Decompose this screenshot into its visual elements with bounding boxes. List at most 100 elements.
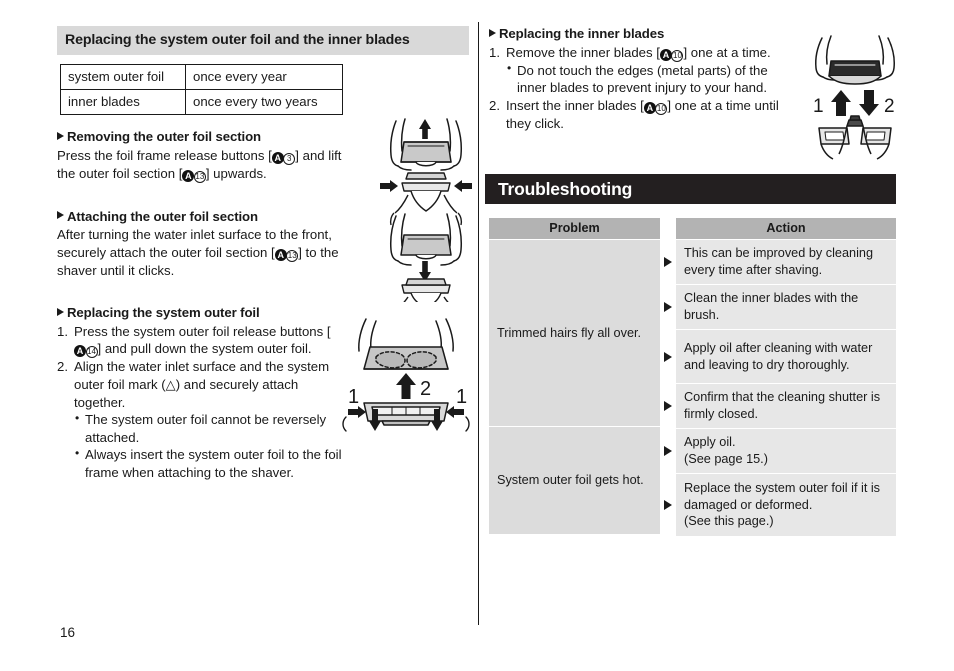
- triangle-arrow-icon: [664, 500, 672, 510]
- action-column: This can be improved by cleaning every t…: [676, 240, 896, 536]
- triangle-bullet-icon: [57, 211, 64, 220]
- part-name-cell: system outer foil: [60, 63, 186, 91]
- illustration-label-one: 1: [348, 386, 359, 408]
- step-marker: 2.: [489, 97, 500, 113]
- step-text-b: ] one at a time.: [683, 44, 771, 60]
- illustration-label-two: 2: [420, 378, 431, 400]
- troubleshooting-table: Problem Action Trimmed hairs fly all ove…: [489, 218, 896, 536]
- header-spacer: [660, 218, 676, 239]
- arrow-cell: [660, 384, 676, 428]
- replace-inner-blades-illustration: 1 2: [805, 32, 905, 160]
- replacing-blades-notes: Do not touch the edges (metal parts) of …: [506, 61, 794, 97]
- troubleshooting-title-bar: Troubleshooting: [485, 174, 896, 204]
- replacing-inner-blades-block: Replacing the inner blades 1. Remove the …: [489, 26, 794, 132]
- step-marker: 1.: [57, 323, 68, 339]
- step-text: Align the water inlet surface and the sy…: [74, 359, 330, 410]
- step-text-b: ] and pull down the system outer foil.: [97, 341, 312, 357]
- list-item: 2. Insert the inner blades [A 10] one at a…: [489, 97, 794, 133]
- action-cell: Confirm that the cleaning shutter is fir…: [676, 384, 896, 428]
- reference-badge: A 13: [182, 165, 206, 183]
- replacing-foil-notes: The system outer foil cannot be reversel…: [74, 411, 347, 481]
- badge-letter-a: A: [271, 151, 284, 164]
- arrow-cell: [660, 429, 676, 473]
- removing-heading: Removing the outer foil section: [57, 129, 362, 146]
- attaching-heading-text: Attaching the outer foil section: [67, 208, 258, 224]
- troubleshooting-title: Troubleshooting: [498, 179, 633, 199]
- badge-letter-a: A: [274, 248, 287, 261]
- reference-badge: A 10: [643, 97, 668, 115]
- removing-outer-foil-block: Removing the outer foil section Press th…: [57, 129, 362, 183]
- badge-number: 13: [193, 170, 206, 183]
- column-divider: [478, 22, 480, 625]
- triangle-bullet-icon: [489, 28, 496, 37]
- reference-badge: A3: [271, 147, 296, 165]
- reference-badge: A 10: [659, 44, 684, 62]
- column-header-action: Action: [676, 218, 896, 239]
- part-name-cell: inner blades: [60, 89, 186, 116]
- page-number: 16: [60, 625, 76, 640]
- list-item: 1. Remove the inner blades [A 10] one at a…: [489, 44, 794, 97]
- triangle-bullet-icon: [57, 307, 64, 316]
- action-cell: This can be improved by cleaning every t…: [676, 240, 896, 284]
- list-item: The system outer foil cannot be reversel…: [74, 411, 347, 446]
- replacing-blades-heading-text: Replacing the inner blades: [499, 26, 665, 41]
- replacing-foil-steps: 1. Press the system outer foil release bu…: [57, 323, 347, 481]
- troubleshooting-body: Trimmed hairs fly all over. System outer…: [489, 240, 896, 536]
- reference-badge: A 13: [274, 244, 299, 262]
- arrow-cell: [660, 330, 676, 383]
- arrow-column: [660, 240, 676, 536]
- list-item: Do not touch the edges (metal parts) of …: [506, 61, 794, 97]
- triangle-arrow-icon: [664, 446, 672, 456]
- illustration-label-one: 1: [456, 386, 467, 408]
- section-title-bar: Replacing the system outer foil and the …: [57, 26, 469, 55]
- triangle-arrow-icon: [664, 257, 672, 267]
- removing-text-3: ] upwards.: [205, 165, 267, 181]
- action-cell: Clean the inner blades with the brush.: [676, 285, 896, 329]
- action-cell: Apply oil. (See page 15.): [676, 429, 896, 473]
- replacing-foil-heading-text: Replacing the system outer foil: [67, 305, 260, 321]
- table-row: inner blades once every two years: [60, 89, 343, 116]
- replace-system-outer-foil-illustration: 2 1 1: [336, 317, 476, 432]
- list-item: 2. Align the water inlet surface and the …: [57, 358, 347, 481]
- badge-number: 14: [85, 346, 98, 359]
- problem-cell: System outer foil gets hot.: [489, 427, 660, 534]
- table-row: system outer foil once every year: [60, 63, 343, 91]
- illustration-label-one: 1: [813, 96, 824, 117]
- interval-cell: once every year: [185, 63, 343, 91]
- triangle-arrow-icon: [664, 401, 672, 411]
- interval-cell: once every two years: [185, 89, 343, 116]
- badge-number: 10: [671, 49, 684, 62]
- illustration-label-two: 2: [884, 96, 895, 117]
- attaching-body: After turning the water inlet surface to…: [57, 226, 375, 279]
- replacing-foil-heading: Replacing the system outer foil: [57, 305, 347, 322]
- badge-number: 3: [283, 152, 296, 165]
- problem-column: Trimmed hairs fly all over. System outer…: [489, 240, 660, 536]
- triangle-bullet-icon: [57, 131, 64, 140]
- arrow-cell: [660, 285, 676, 329]
- badge-letter-a: A: [659, 48, 672, 61]
- remove-and-attach-foil-illustration: [378, 117, 474, 302]
- replacing-blades-steps: 1. Remove the inner blades [A 10] one at a…: [489, 44, 794, 133]
- problem-cell: Trimmed hairs fly all over.: [489, 240, 660, 426]
- badge-letter-a: A: [74, 345, 86, 358]
- badge-number: 10: [655, 102, 668, 115]
- step-text-a: Press the system outer foil release butt…: [74, 323, 331, 339]
- list-item: Always insert the system outer foil to t…: [74, 446, 347, 481]
- step-text-a: Remove the inner blades [: [506, 44, 660, 60]
- column-header-problem: Problem: [489, 218, 660, 239]
- arrow-cell: [660, 474, 676, 536]
- replacing-blades-heading: Replacing the inner blades: [489, 26, 794, 43]
- reference-badge: A 14: [74, 340, 98, 359]
- removing-heading-text: Removing the outer foil section: [67, 129, 261, 145]
- replacement-interval-table: system outer foil once every year inner …: [60, 63, 343, 116]
- section-title: Replacing the system outer foil and the …: [65, 32, 410, 48]
- step-marker: 1.: [489, 44, 500, 60]
- triangle-arrow-icon: [664, 351, 672, 362]
- removing-text-1: Press the foil frame release buttons [: [57, 147, 272, 163]
- replacing-system-outer-foil-block: Replacing the system outer foil 1. Press …: [57, 305, 347, 481]
- attaching-heading: Attaching the outer foil section: [57, 209, 375, 226]
- badge-number: 13: [286, 249, 299, 262]
- badge-letter-a: A: [643, 101, 656, 114]
- list-item: 1. Press the system outer foil release bu…: [57, 323, 347, 359]
- badge-letter-a: A: [182, 169, 195, 182]
